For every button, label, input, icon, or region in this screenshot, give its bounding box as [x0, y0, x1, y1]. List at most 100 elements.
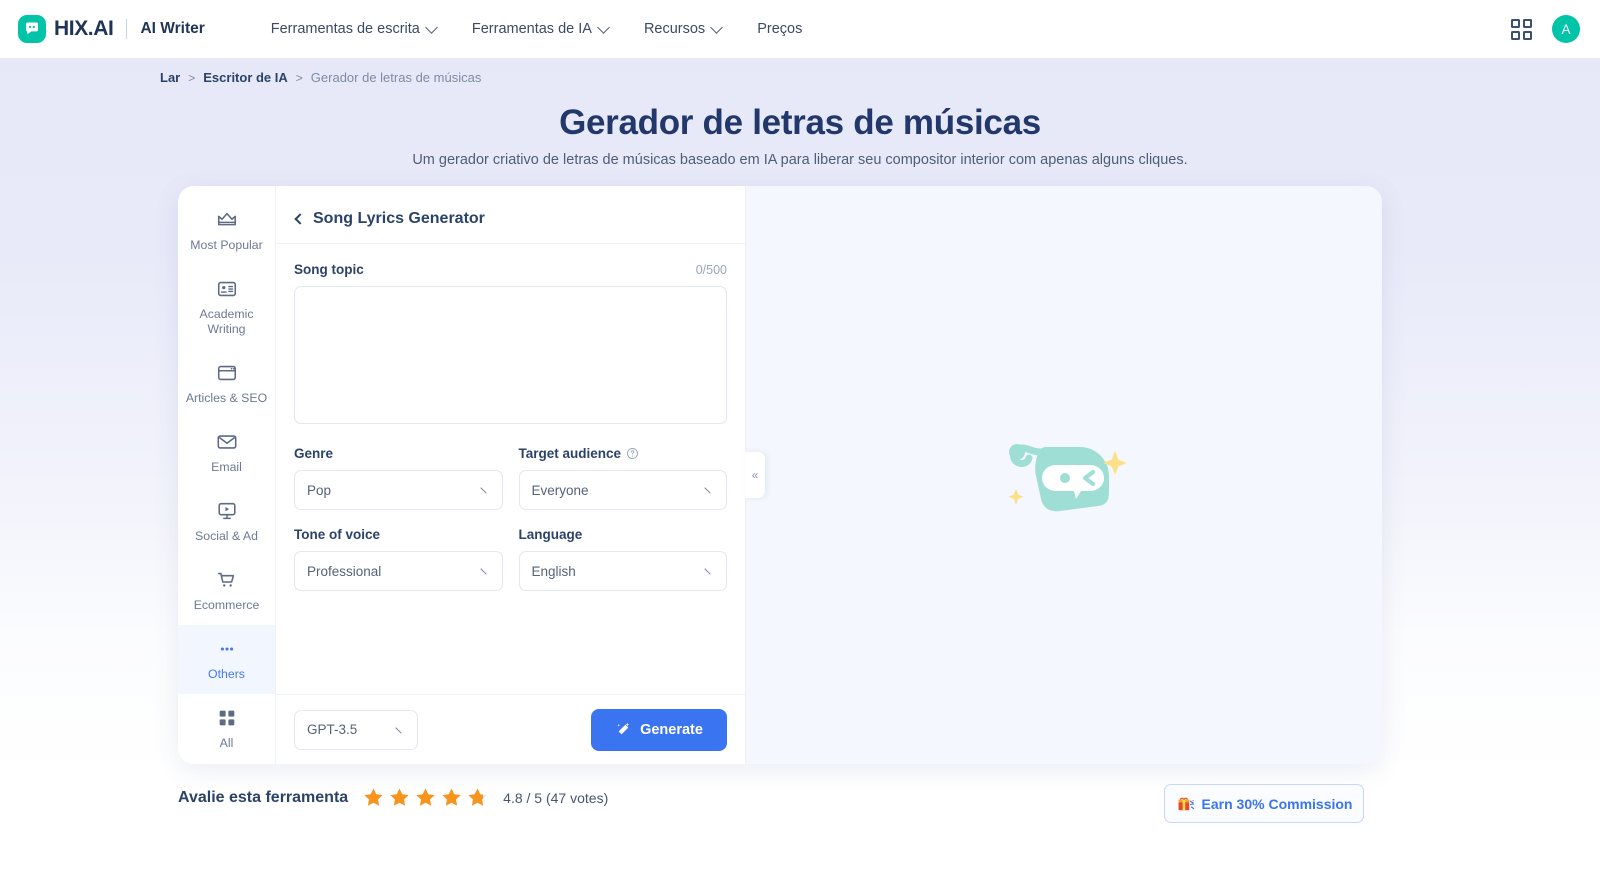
nav-item-precos[interactable]: Preços [739, 13, 820, 45]
tool-card: Most Popular Academic Writing Articles & [178, 186, 1382, 764]
star-icon-partial [468, 788, 487, 806]
tone-of-voice-label: Tone of voice [294, 527, 503, 542]
field-language: Language English [518, 527, 728, 591]
sidebar-item-academic-writing[interactable]: Academic Writing [178, 265, 275, 349]
fields-row-1: Genre Pop Target audience Everyone [294, 429, 727, 510]
genre-select[interactable]: Pop [294, 470, 503, 510]
nav-item-ferramentas-de-escrita[interactable]: Ferramentas de escrita [253, 13, 454, 45]
field-target-audience: Target audience Everyone [518, 446, 728, 510]
chevron-down-icon [704, 482, 716, 494]
sidebar-item-ecommerce[interactable]: Ecommerce [178, 556, 275, 625]
hix-logo-icon [18, 15, 46, 43]
sidebar-item-label: Others [208, 667, 245, 681]
breadcrumb-current: Gerador de letras de músicas [310, 70, 482, 85]
nav-label: Ferramentas de IA [471, 21, 592, 37]
character-counter: 0/500 [695, 262, 727, 277]
avatar[interactable]: A [1552, 15, 1580, 43]
target-audience-label: Target audience [519, 446, 728, 461]
apps-grid-icon[interactable] [1511, 18, 1532, 40]
help-circle-icon[interactable] [626, 447, 639, 460]
tone-of-voice-value: Professional [307, 563, 382, 579]
grid-cell [1511, 18, 1520, 28]
crown-icon [217, 212, 236, 226]
model-select[interactable]: GPT-3.5 [294, 709, 418, 750]
brand-logo[interactable]: HIX.AI AI Writer [18, 15, 205, 43]
breadcrumb-separator: > [188, 70, 196, 85]
breadcrumb-separator: > [295, 70, 303, 85]
ellipsis-icon [220, 647, 233, 651]
target-audience-select[interactable]: Everyone [518, 470, 727, 510]
tone-of-voice-label-text: Tone of voice [294, 527, 381, 542]
field-tone-of-voice: Tone of voice Professional [294, 527, 503, 591]
tone-of-voice-select[interactable]: Professional [294, 551, 503, 591]
language-select[interactable]: English [518, 551, 727, 591]
song-topic-label-row: Song topic 0/500 [294, 262, 727, 277]
sidebar-item-social-ad[interactable]: Social & Ad [178, 487, 275, 556]
earn-commission-button[interactable]: Earn 30% Commission [1164, 784, 1364, 823]
breadcrumb: Lar > Escritor de IA > Gerador de letras… [160, 70, 481, 85]
collapse-panel-button[interactable]: « [745, 452, 765, 498]
song-topic-input[interactable] [294, 286, 727, 424]
page-root: HIX.AI AI Writer Ferramentas de escrita … [0, 0, 1600, 884]
song-topic-label: Song topic [294, 262, 364, 277]
star-rating[interactable] [362, 786, 489, 809]
chevron-left-icon[interactable] [294, 212, 306, 225]
brand-divider [126, 19, 128, 39]
genre-value: Pop [307, 482, 332, 498]
chevron-down-icon [479, 482, 492, 494]
sidebar-item-most-popular[interactable]: Most Popular [178, 196, 275, 265]
grid-cell [1511, 30, 1520, 40]
page-subtitle: Um gerador criativo de letras de músicas… [412, 152, 1188, 168]
language-label-text: Language [518, 527, 583, 542]
envelope-icon [217, 435, 236, 449]
fields-row-2: Tone of voice Professional Language Engl… [294, 510, 727, 591]
generate-button[interactable]: Generate [591, 708, 727, 751]
star-icon [416, 788, 435, 806]
form-panel: Song Lyrics Generator Song topic 0/500 G… [276, 186, 746, 764]
earn-commission-label: Earn 30% Commission [1201, 795, 1353, 812]
nav-label: Recursos [643, 21, 706, 37]
breadcrumb-section[interactable]: Escritor de IA [203, 70, 288, 85]
monitor-play-icon [217, 502, 236, 520]
chevron-down-icon [710, 20, 724, 34]
sidebar-item-email[interactable]: Email [178, 418, 275, 487]
gift-icon [1178, 797, 1194, 811]
sidebar-item-others[interactable]: Others [178, 625, 275, 694]
form-body: Song topic 0/500 Genre Pop Target audien… [276, 244, 745, 694]
output-panel: « [745, 186, 1382, 764]
sidebar-item-label: Academic Writing [199, 307, 254, 336]
grid-cell [1523, 18, 1532, 28]
form-title: Song Lyrics Generator [313, 209, 485, 227]
nav-label: Preços [757, 21, 803, 37]
chevron-down-icon [704, 563, 716, 575]
sidebar-item-label: Social & Ad [195, 529, 258, 543]
target-audience-label-text: Target audience [518, 446, 622, 461]
brand-subtitle: AI Writer [140, 20, 205, 37]
field-genre: Genre Pop [294, 446, 503, 510]
nav-item-ferramentas-de-ia[interactable]: Ferramentas de IA [454, 13, 626, 45]
genre-label-text: Genre [294, 446, 334, 461]
rate-label: Avalie esta ferramenta [178, 788, 349, 806]
form-header: Song Lyrics Generator [276, 194, 745, 244]
grid-icon [219, 710, 234, 726]
sidebar-item-all[interactable]: All [178, 694, 275, 763]
sidebar-item-label: Email [211, 460, 242, 474]
chevron-down-icon [424, 20, 438, 34]
language-label: Language [519, 527, 728, 542]
rating-section: Avalie esta ferramenta 4.8 / 5 (47 votes… [178, 786, 608, 809]
nav-item-recursos[interactable]: Recursos [626, 13, 739, 45]
shopping-cart-icon [217, 572, 234, 587]
language-value: English [531, 563, 576, 579]
breadcrumb-home[interactable]: Lar [160, 70, 180, 85]
star-icon [364, 788, 383, 806]
top-header: HIX.AI AI Writer Ferramentas de escrita … [0, 0, 1600, 58]
form-footer: GPT-3.5 Generate [276, 694, 745, 764]
sidebar-item-articles-seo[interactable]: Articles & SEO [178, 349, 275, 418]
brand-name: HIX.AI [54, 17, 114, 40]
magic-wand-icon [617, 722, 630, 735]
generate-button-label: Generate [640, 721, 703, 738]
category-sidebar: Most Popular Academic Writing Articles & [178, 186, 276, 764]
id-card-icon [217, 281, 236, 297]
hix-mascot-watermark-icon [1008, 444, 1127, 512]
browser-window-icon [217, 365, 236, 381]
